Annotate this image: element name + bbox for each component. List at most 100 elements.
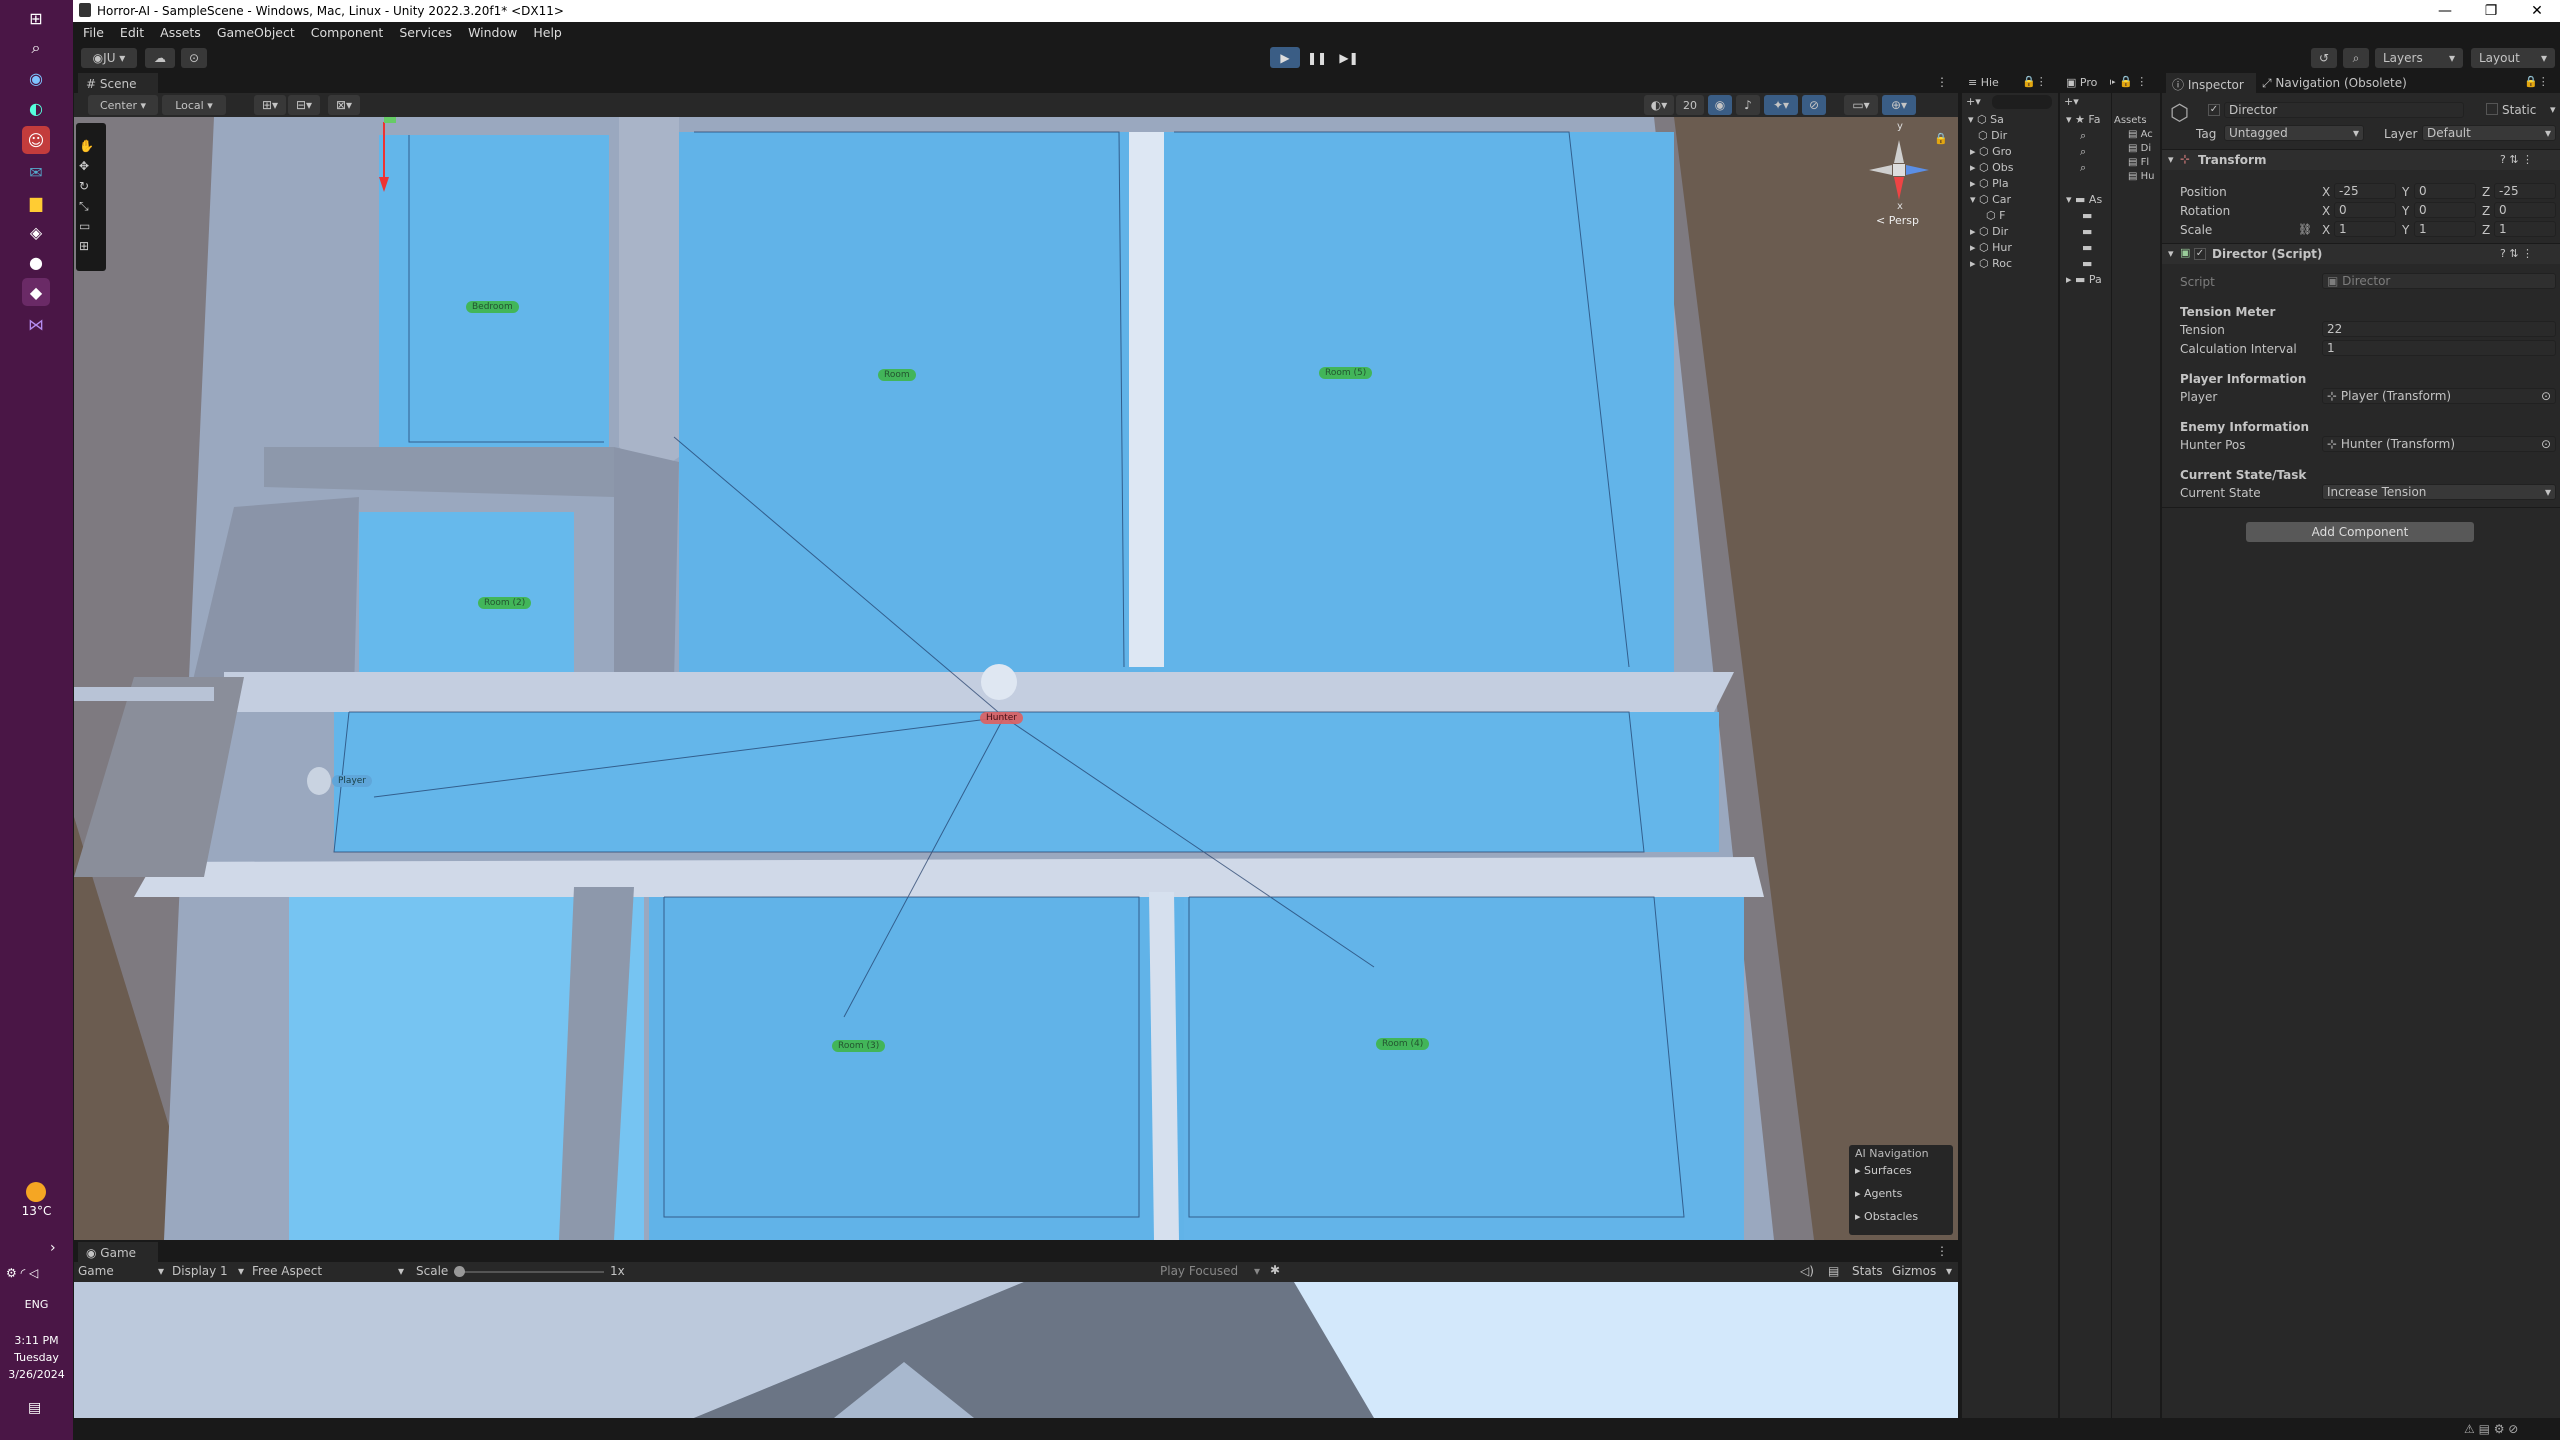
tab-hierarchy[interactable]: ≡ Hie	[1968, 76, 1999, 89]
rotation-y-field[interactable]: 0	[2414, 202, 2476, 218]
script-enabled-checkbox[interactable]: ✓	[2194, 248, 2206, 260]
rotation-z-field[interactable]: 0	[2494, 202, 2556, 218]
maximize-icon[interactable]: ❐	[2468, 0, 2514, 22]
hierarchy-item-7[interactable]: ▸ ⬡ Hur	[1970, 241, 2012, 254]
mute-audio-icon[interactable]: ◁)	[1800, 1264, 1814, 1278]
menu-gameobject[interactable]: GameObject	[217, 25, 295, 40]
asset-item-1[interactable]: ▤ Di	[2128, 143, 2151, 154]
lighting-toggle[interactable]: ◉	[1708, 95, 1732, 115]
search-icon[interactable]: ⌕	[2080, 145, 2086, 159]
search-icon[interactable]: ⌕	[2080, 129, 2086, 143]
folder-icon[interactable]: ▬	[2082, 257, 2092, 270]
asset-item-2[interactable]: ▤ Fl	[2128, 157, 2149, 168]
active-checkbox[interactable]: ✓	[2208, 104, 2220, 116]
folder-icon[interactable]: ▆	[22, 188, 50, 216]
display-dropdown[interactable]: Display 1 ▾	[172, 1264, 244, 1278]
account-button[interactable]: ◉ JU ▾	[81, 48, 137, 68]
game-view[interactable]	[74, 1282, 1958, 1418]
position-y-field[interactable]: 0	[2414, 183, 2476, 199]
player-capsule[interactable]	[307, 767, 331, 795]
menu-file[interactable]: File	[83, 25, 104, 40]
menu-assets[interactable]: Assets	[160, 25, 201, 40]
game-settings-icon[interactable]: ✱	[1270, 1263, 1280, 1277]
space-dropdown[interactable]: Local ▾	[162, 95, 226, 115]
ai-nav-obstacles[interactable]: ▸ Obstacles	[1849, 1202, 1953, 1225]
tray-icons[interactable]: ⚙ ◜ ◁	[6, 1266, 38, 1280]
unity-hub-icon[interactable]: ◈	[22, 218, 50, 246]
gizmos-toggle[interactable]: ⊕▾	[1882, 95, 1916, 115]
status-icons[interactable]: ⚠ ▤ ⚙ ⊘	[2464, 1422, 2518, 1436]
component-help-icons[interactable]: ? ⇅ ⋮	[2500, 153, 2533, 166]
tab-project[interactable]: ▣ Pro	[2066, 76, 2097, 89]
menu-window[interactable]: Window	[468, 25, 517, 40]
orientation-gizmo[interactable]	[1864, 135, 1934, 205]
tab-inspector[interactable]: ⓘ Inspector	[2166, 73, 2256, 93]
object-name-field[interactable]: Director	[2224, 102, 2464, 118]
tab-navigation[interactable]: ⤢ Navigation (Obsolete)	[2262, 76, 2407, 91]
scale-z-field[interactable]: 1	[2494, 221, 2556, 237]
scale-x-field[interactable]: 1	[2334, 221, 2396, 237]
asset-item-0[interactable]: ▤ Ac	[2128, 129, 2153, 140]
hierarchy-scene-root[interactable]: ▾ ⬡ Sa	[1968, 113, 2004, 126]
aspect-dropdown[interactable]: Free Aspect ▾	[252, 1264, 404, 1278]
hierarchy-item-6[interactable]: ▸ ⬡ Dir	[1970, 225, 2008, 238]
scale-y-field[interactable]: 1	[2414, 221, 2476, 237]
weather-icon[interactable]	[26, 1182, 46, 1202]
hierarchy-search-input[interactable]	[1992, 95, 2052, 109]
rect-tool-icon[interactable]: ▭	[79, 219, 90, 233]
lock-icon[interactable]: 🔒	[1934, 132, 1948, 145]
cloud-button[interactable]: ☁	[145, 48, 175, 68]
hierarchy-item-3[interactable]: ▸ ⬡ Pla	[1970, 177, 2009, 190]
static-dropdown[interactable]: ▾	[2550, 103, 2556, 116]
notification-icon[interactable]: ▤	[28, 1400, 41, 1416]
project-packages-folder[interactable]: ▸ ▬ Pa	[2066, 273, 2102, 286]
tab-game[interactable]: ◉ Game	[78, 1242, 158, 1263]
game-view-dropdown[interactable]: Game ▾	[78, 1264, 164, 1278]
player-object-field[interactable]: ⊹ Player (Transform) ⊙	[2322, 388, 2556, 404]
project-assets-folder[interactable]: ▾ ▬ As	[2066, 193, 2102, 206]
increment-snap-button[interactable]: ⊠▾	[328, 95, 360, 115]
menu-edit[interactable]: Edit	[120, 25, 144, 40]
scale-slider[interactable]	[454, 1271, 604, 1273]
transform-tool-icon[interactable]: ⊞	[79, 239, 89, 253]
pause-button[interactable]: ❚❚	[1302, 47, 1332, 68]
collab-button[interactable]: ⊙	[181, 48, 207, 68]
close-icon[interactable]: ✕	[2514, 0, 2560, 22]
menu-services[interactable]: Services	[399, 25, 452, 40]
rotate-tool-icon[interactable]: ↻	[79, 179, 89, 193]
camera-button[interactable]: ▭▾	[1844, 95, 1878, 115]
start-icon[interactable]: ⊞	[22, 4, 50, 32]
inspector-lock-icon[interactable]: 🔒⋮	[2524, 75, 2549, 88]
persp-label[interactable]: < Persp	[1876, 214, 1919, 227]
tab-scene[interactable]: # Scene	[78, 73, 158, 94]
search-icon[interactable]: ⌕	[22, 34, 50, 62]
hidden-objects-toggle[interactable]: ⊘	[1802, 95, 1826, 115]
menu-component[interactable]: Component	[311, 25, 384, 40]
position-z-field[interactable]: -25	[2494, 183, 2556, 199]
hierarchy-lock-icon[interactable]: 🔒⋮	[2022, 75, 2047, 88]
scene-view[interactable]: Bedroom Room Room (5) Room (2) Room (3) …	[74, 117, 1958, 1240]
play-focused-dropdown[interactable]: Play Focused ▾	[1160, 1264, 1260, 1278]
mail-icon[interactable]: ✉	[22, 158, 50, 186]
scale-tool-icon[interactable]: ⤡	[79, 199, 89, 214]
tension-field[interactable]: 22	[2322, 321, 2556, 337]
hunter-agent[interactable]	[981, 664, 1017, 700]
position-x-field[interactable]: -25	[2334, 183, 2396, 199]
hierarchy-item-4[interactable]: ▾ ⬡ Car	[1970, 193, 2011, 206]
folder-icon[interactable]: ▬	[2082, 209, 2092, 222]
hierarchy-item-0[interactable]: ⬡ Dir	[1978, 129, 2007, 142]
tag-dropdown[interactable]: Untagged ▾	[2224, 125, 2364, 141]
pivot-dropdown[interactable]: Center ▾	[88, 95, 158, 115]
calculation-interval-field[interactable]: 1	[2322, 340, 2556, 356]
ai-nav-agents[interactable]: ▸ Agents	[1849, 1179, 1953, 1202]
asset-item-3[interactable]: ▤ Hu	[2128, 171, 2155, 182]
layer-dropdown[interactable]: Default ▾	[2422, 125, 2556, 141]
current-state-dropdown[interactable]: Increase Tension ▾	[2322, 484, 2556, 500]
history-button[interactable]: ↺	[2311, 48, 2337, 68]
language-indicator[interactable]: ENG	[0, 1298, 73, 1311]
folder-icon[interactable]: ▬	[2082, 241, 2092, 254]
folder-icon[interactable]: ▬	[2082, 225, 2092, 238]
search-button[interactable]: ⌕	[2343, 48, 2369, 68]
visual-studio-icon[interactable]: ⋈	[22, 310, 50, 338]
search-icon[interactable]: ⌕	[2080, 161, 2086, 175]
